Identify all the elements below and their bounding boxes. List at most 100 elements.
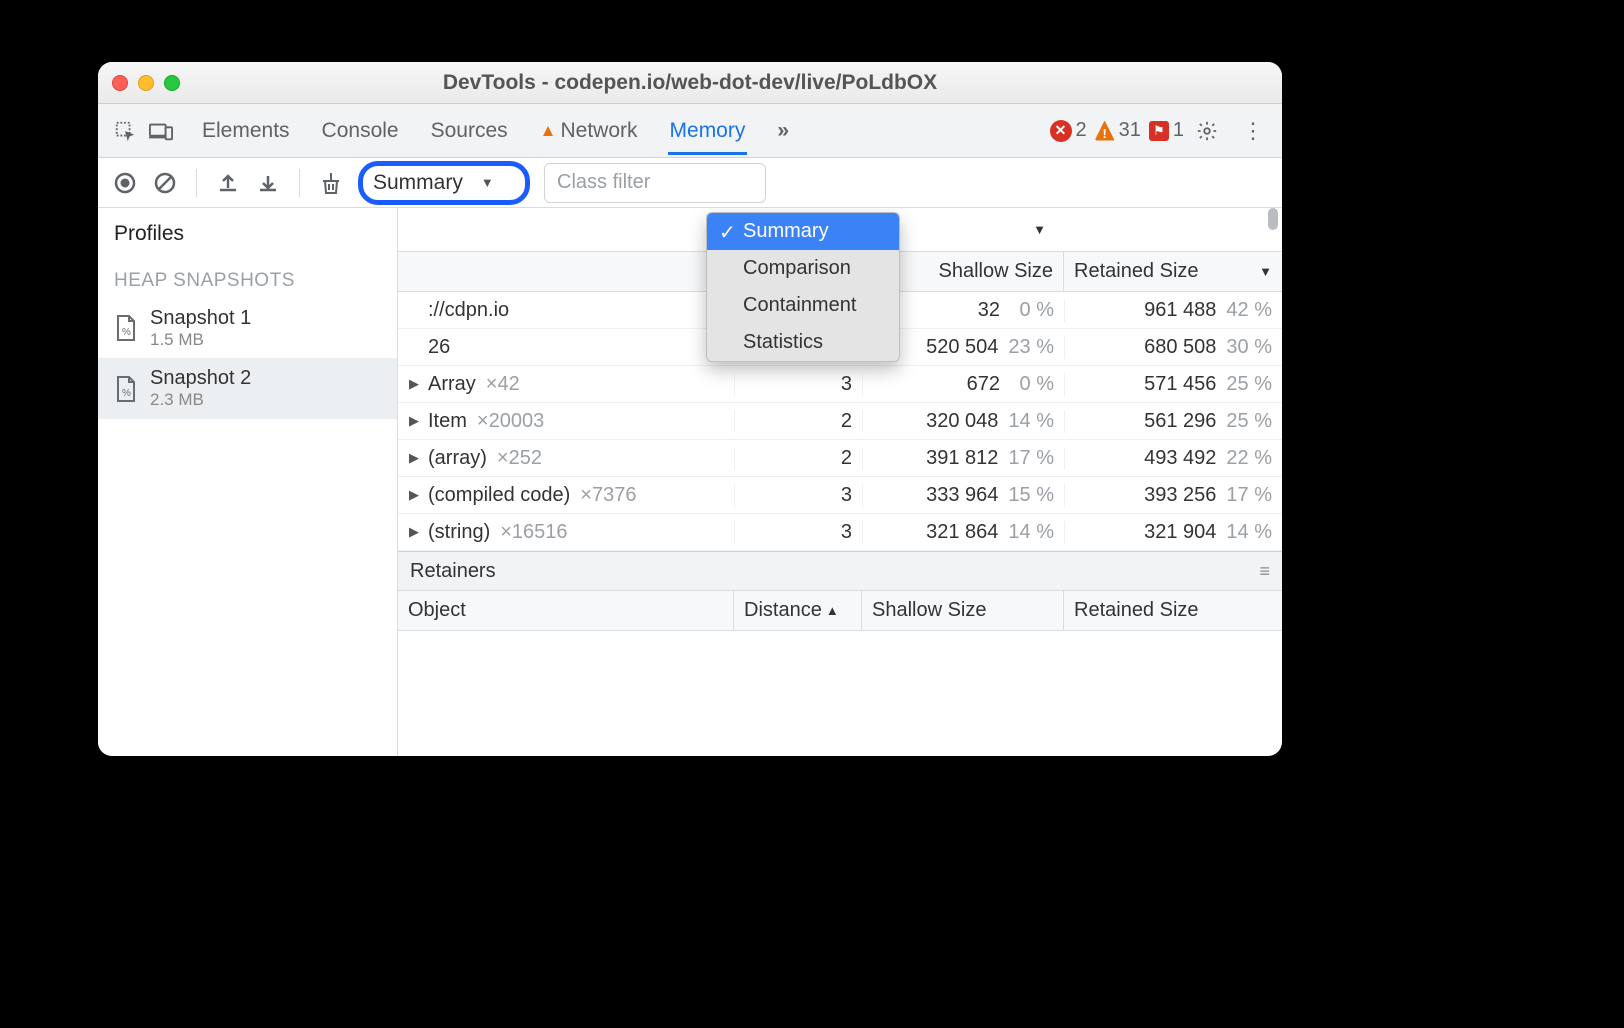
instance-count: ×7376	[580, 484, 636, 507]
constructor-name: (array)	[428, 447, 487, 470]
retainers-menu-icon[interactable]: ≡	[1259, 561, 1270, 582]
profiles-sidebar: Profiles HEAP SNAPSHOTS % Snapshot 1 1.5…	[98, 208, 398, 756]
record-icon[interactable]	[112, 170, 138, 196]
tab-elements[interactable]: Elements	[200, 107, 292, 155]
shallow-percent: 17 %	[1008, 447, 1054, 470]
shallow-percent: 14 %	[1008, 521, 1054, 544]
snapshot-item-1[interactable]: % Snapshot 1 1.5 MB	[98, 298, 397, 358]
svg-text:%: %	[122, 388, 131, 399]
constructor-cell: 26	[398, 336, 734, 359]
dropdown-item-comparison[interactable]: Comparison	[707, 250, 899, 287]
perspective-dropdown: Summary Comparison Containment Statistic…	[706, 212, 900, 362]
disclosure-icon[interactable]: ▶	[408, 487, 420, 503]
issues-count: 1	[1173, 119, 1184, 142]
ret-col-retained[interactable]: Retained Size	[1064, 591, 1282, 630]
class-filter-input[interactable]	[544, 163, 766, 203]
sort-desc-icon: ▼	[1259, 264, 1272, 279]
col-retained[interactable]: Retained Size ▼	[1064, 252, 1282, 291]
disclosure-icon[interactable]: ▶	[408, 376, 420, 392]
table-row[interactable]: ▶(string)×165163321 86414 %321 90414 %	[398, 514, 1282, 551]
constructor-cell: ▶(string)×16516	[398, 521, 734, 544]
tab-console[interactable]: Console	[320, 107, 401, 155]
ret-col-distance-label: Distance	[744, 599, 822, 622]
retained-cell: 321 90414 %	[1064, 521, 1282, 544]
retained-cell: 493 49222 %	[1064, 447, 1282, 470]
retained-percent: 14 %	[1226, 521, 1272, 544]
scrollbar-thumb[interactable]	[1268, 208, 1278, 230]
settings-icon[interactable]	[1196, 120, 1230, 142]
upload-icon[interactable]	[215, 170, 241, 196]
perspective-select[interactable]: Summary ▼	[358, 161, 530, 205]
snapshot-1-name: Snapshot 1	[150, 306, 251, 330]
constructor-name: Item	[428, 410, 467, 433]
issues-icon: ⚑	[1149, 121, 1169, 141]
memory-toolbar: Summary ▼	[98, 158, 1282, 208]
warnings-badge[interactable]: ! 31	[1095, 119, 1141, 142]
retained-value: 571 456	[1144, 373, 1216, 396]
table-row[interactable]: ▶(compiled code)×73763333 96415 %393 256…	[398, 477, 1282, 514]
distance-cell: 3	[734, 521, 862, 544]
filter-dropdown-caret-icon[interactable]: ▼	[1033, 222, 1046, 237]
device-toolbar-icon[interactable]	[146, 116, 176, 146]
dropdown-item-summary[interactable]: Summary	[707, 213, 899, 250]
snapshot-main: ▼ Summary Comparison Containment Statist…	[398, 208, 1282, 756]
titlebar: DevTools - codepen.io/web-dot-dev/live/P…	[98, 62, 1282, 104]
table-row[interactable]: ▶Item×200032320 04814 %561 29625 %	[398, 403, 1282, 440]
snapshot-text: Snapshot 2 2.3 MB	[150, 366, 251, 410]
snapshot-icon: %	[114, 314, 138, 342]
retained-percent: 22 %	[1226, 447, 1272, 470]
shallow-cell: 6720 %	[862, 373, 1064, 396]
constructor-name: 26	[428, 336, 450, 359]
constructor-name: (compiled code)	[428, 484, 570, 507]
gc-icon[interactable]	[318, 170, 344, 196]
snapshot-item-2[interactable]: % Snapshot 2 2.3 MB	[98, 358, 397, 418]
constructor-cell: ▶ Item ×20003	[398, 410, 734, 433]
snapshot-1-size: 1.5 MB	[150, 330, 251, 350]
dropdown-item-containment[interactable]: Containment	[707, 287, 899, 324]
ret-col-shallow[interactable]: Shallow Size	[862, 591, 1064, 630]
retained-value: 961 488	[1144, 299, 1216, 322]
table-row[interactable]: ▶Array×4236720 %571 45625 %	[398, 366, 1282, 403]
retained-percent: 17 %	[1226, 484, 1272, 507]
retained-cell: 561 296 25 %	[1064, 410, 1282, 433]
disclosure-icon[interactable]: ▶	[408, 413, 420, 429]
error-icon: ✕	[1050, 120, 1072, 142]
tab-network[interactable]: ▲ Network	[538, 107, 640, 155]
heap-snapshots-section: HEAP SNAPSHOTS	[98, 260, 397, 298]
snapshot-icon: %	[114, 375, 138, 403]
divider	[196, 169, 197, 197]
dropdown-item-statistics[interactable]: Statistics	[707, 324, 899, 361]
retained-value: 393 256	[1144, 484, 1216, 507]
constructor-name: (string)	[428, 521, 490, 544]
tab-memory[interactable]: Memory	[668, 107, 748, 155]
shallow-cell: 320 04814 %	[862, 410, 1064, 433]
table-row[interactable]: ▶(array)×2522391 81217 %493 49222 %	[398, 440, 1282, 477]
ret-col-object[interactable]: Object	[398, 591, 734, 630]
col-constructor[interactable]	[398, 252, 734, 291]
errors-count: 2	[1076, 119, 1087, 142]
clear-icon[interactable]	[152, 170, 178, 196]
shallow-cell: 333 96415 %	[862, 484, 1064, 507]
more-icon[interactable]: ⋮	[1236, 118, 1270, 144]
disclosure-icon[interactable]: ▶	[408, 450, 420, 466]
divider	[299, 169, 300, 197]
panel-tabbar: Elements Console Sources ▲ Network Memor…	[98, 104, 1282, 158]
disclosure-icon[interactable]: ▶	[408, 524, 420, 540]
issues-badge[interactable]: ⚑ 1	[1149, 119, 1184, 142]
shallow-percent: 0 %	[1010, 299, 1054, 322]
inspect-icon[interactable]	[110, 116, 140, 146]
tabs-overflow[interactable]: »	[775, 107, 791, 155]
errors-badge[interactable]: ✕ 2	[1050, 119, 1087, 142]
tab-sources[interactable]: Sources	[429, 107, 510, 155]
download-icon[interactable]	[255, 170, 281, 196]
ret-col-distance[interactable]: Distance ▲	[734, 591, 862, 630]
profiles-title: Profiles	[98, 208, 397, 260]
retained-value: 561 296	[1144, 410, 1216, 433]
retainers-header: Retainers ≡	[398, 551, 1282, 591]
shallow-value: 672	[967, 373, 1000, 396]
instance-count: ×42	[486, 373, 520, 396]
retained-percent: 25 %	[1226, 410, 1272, 433]
snapshot-2-name: Snapshot 2	[150, 366, 251, 390]
instance-count: ×20003	[477, 410, 544, 433]
retained-percent: 42 %	[1226, 299, 1272, 322]
